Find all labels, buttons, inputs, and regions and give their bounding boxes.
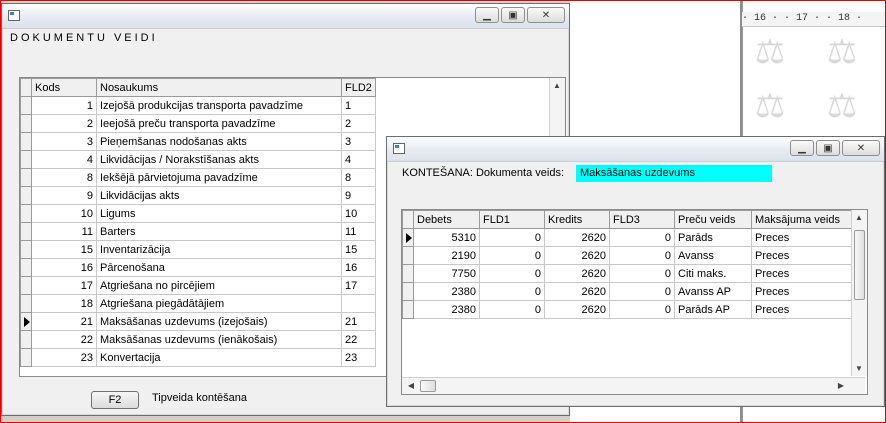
desktop-border: [0, 0, 886, 423]
